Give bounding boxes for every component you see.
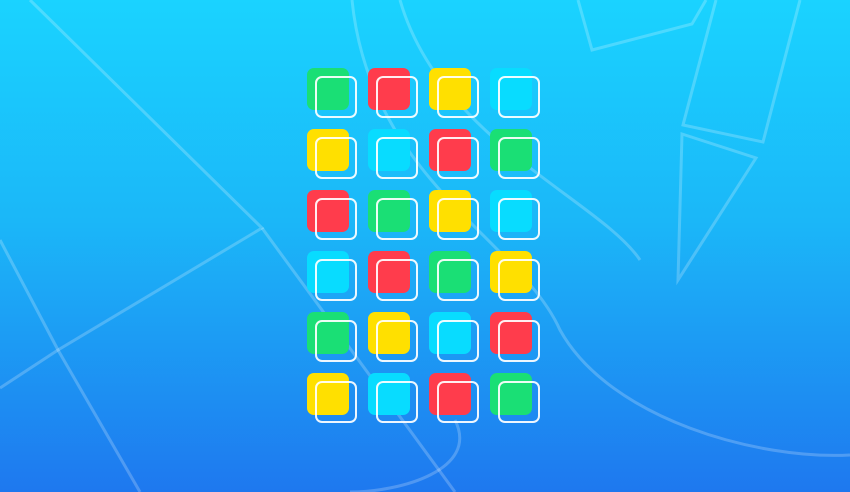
tile-grid <box>307 68 543 424</box>
tile-green[interactable] <box>368 190 420 242</box>
tile-red[interactable] <box>429 129 481 181</box>
tile-yellow[interactable] <box>307 373 359 425</box>
tile-cyan[interactable] <box>490 68 542 120</box>
tile-outline <box>498 259 540 301</box>
tile-yellow[interactable] <box>490 251 542 303</box>
tile-outline <box>315 76 357 118</box>
tile-cyan[interactable] <box>429 312 481 364</box>
tile-outline <box>498 76 540 118</box>
bg-line <box>349 419 462 492</box>
bg-line <box>676 131 759 286</box>
tile-cyan[interactable] <box>307 251 359 303</box>
game-stage <box>0 0 850 492</box>
bg-line <box>576 0 708 52</box>
bg-line <box>56 349 142 492</box>
bg-line <box>681 0 802 144</box>
tile-yellow[interactable] <box>307 129 359 181</box>
tile-outline <box>315 259 357 301</box>
tile-red[interactable] <box>368 251 420 303</box>
tile-outline <box>498 320 540 362</box>
tile-outline <box>437 137 479 179</box>
tile-outline <box>376 381 418 423</box>
tile-outline <box>376 137 418 179</box>
tile-outline <box>437 76 479 118</box>
tile-outline <box>315 137 357 179</box>
tile-green[interactable] <box>429 251 481 303</box>
tile-yellow[interactable] <box>429 190 481 242</box>
tile-outline <box>498 198 540 240</box>
tile-green[interactable] <box>307 312 359 364</box>
tile-yellow[interactable] <box>429 68 481 120</box>
tile-outline <box>437 320 479 362</box>
tile-outline <box>376 76 418 118</box>
tile-cyan[interactable] <box>368 373 420 425</box>
tile-outline <box>376 320 418 362</box>
tile-outline <box>376 259 418 301</box>
tile-cyan[interactable] <box>490 190 542 242</box>
tile-red[interactable] <box>307 190 359 242</box>
tile-yellow[interactable] <box>368 312 420 364</box>
tile-red[interactable] <box>368 68 420 120</box>
bg-line <box>0 0 265 390</box>
tile-green[interactable] <box>490 373 542 425</box>
tile-outline <box>315 381 357 423</box>
tile-outline <box>437 381 479 423</box>
tile-outline <box>498 381 540 423</box>
tile-green[interactable] <box>307 68 359 120</box>
tile-cyan[interactable] <box>368 129 420 181</box>
bg-line <box>0 239 60 351</box>
tile-outline <box>315 198 357 240</box>
tile-outline <box>498 137 540 179</box>
tile-red[interactable] <box>429 373 481 425</box>
tile-outline <box>376 198 418 240</box>
tile-green[interactable] <box>490 129 542 181</box>
tile-outline <box>315 320 357 362</box>
tile-red[interactable] <box>490 312 542 364</box>
tile-outline <box>437 198 479 240</box>
tile-outline <box>437 259 479 301</box>
